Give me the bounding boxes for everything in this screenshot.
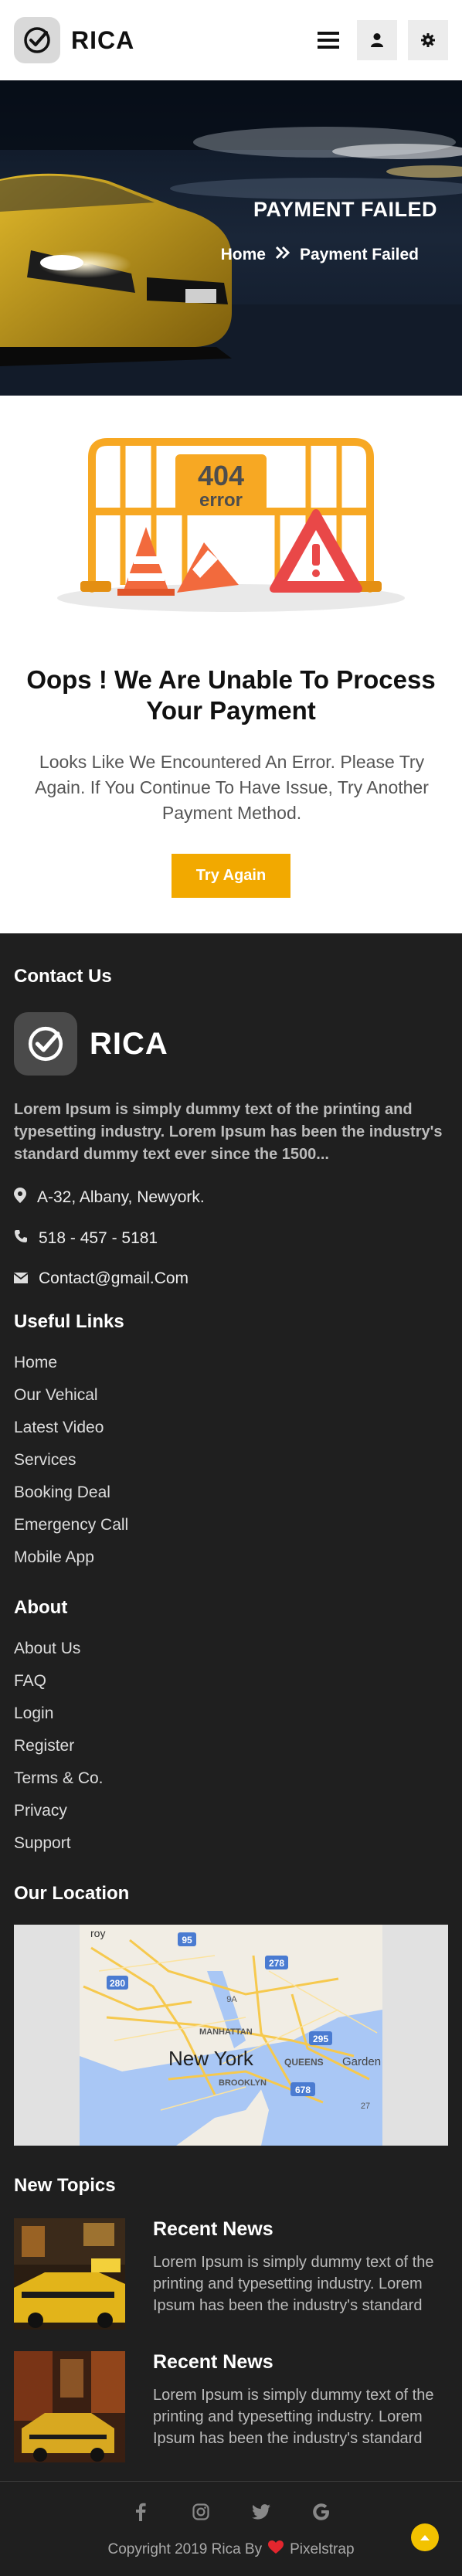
error-code-label: 404 [198, 460, 244, 491]
map-route-278: 278 [269, 1958, 284, 1969]
link-latest-video[interactable]: Latest Video [14, 1412, 448, 1444]
facebook-icon[interactable] [129, 2500, 152, 2523]
breadcrumb: Home Payment Failed [221, 246, 419, 264]
try-again-button[interactable]: Try Again [171, 854, 291, 898]
user-icon[interactable] [357, 20, 397, 60]
link-emergency-call[interactable]: Emergency Call [14, 1509, 448, 1541]
footer-logo-text: RICA [90, 1026, 168, 1061]
double-chevron-right-icon [275, 246, 290, 264]
about-links-list: About Us FAQ Login Register Terms & Co. … [14, 1633, 448, 1860]
map-route-280: 280 [110, 1978, 125, 1989]
social-links [0, 2500, 462, 2523]
map-label-garden: Garden [342, 2055, 381, 2068]
news-excerpt: Lorem Ipsum is simply dummy text of the … [153, 2254, 434, 2314]
check-circle-icon [14, 17, 60, 63]
link-home[interactable]: Home [14, 1347, 448, 1379]
error-message: Looks Like We Encountered An Error. Plea… [35, 752, 429, 823]
useful-links-list: Home Our Vehical Latest Video Services B… [14, 1347, 448, 1574]
map-label-city: New York [168, 2047, 254, 2070]
taxi-street-thumbnail [14, 2218, 125, 2330]
about-section: About About Us FAQ Login Register Terms … [14, 1597, 448, 1860]
scroll-to-top-button[interactable] [411, 2523, 439, 2551]
map-label-roy: roy [90, 1927, 105, 1939]
link-register[interactable]: Register [14, 1730, 448, 1762]
link-booking-deal[interactable]: Booking Deal [14, 1477, 448, 1509]
map-label-queens: QUEENS [284, 2057, 324, 2068]
link-our-vehical[interactable]: Our Vehical [14, 1379, 448, 1412]
contact-section: Contact Us RICA Lorem Ipsum is simply du… [13, 966, 448, 1288]
copyright: Copyright 2019 Rica By Pixelstrap [0, 2540, 462, 2559]
copyright-text: Copyright 2019 Rica By [107, 2541, 263, 2557]
check-circle-icon [14, 1012, 77, 1076]
address-text: A-32, Albany, Newyork. [37, 1188, 205, 1206]
contact-heading: Contact Us [14, 966, 112, 987]
instagram-icon[interactable] [189, 2500, 212, 2523]
barrier-error-illustration: 404 error [57, 438, 405, 612]
gear-icon[interactable] [408, 20, 448, 60]
location-map[interactable]: roy 280 95 278 295 678 9A 27 MANHATTAN N… [14, 1925, 448, 2146]
news-item[interactable]: Recent News Lorem Ipsum is simply dummy … [14, 2351, 448, 2462]
logo[interactable]: RICA [14, 17, 134, 63]
error-heading: Oops ! We Are Unable To Process Your Pay… [26, 665, 436, 725]
link-privacy[interactable]: Privacy [14, 1795, 448, 1827]
footer-bottom-bar: Copyright 2019 Rica By Pixelstrap [0, 2481, 462, 2576]
map-marker-icon [14, 1188, 26, 1208]
payment-error-section: 404 error Oops ! We Are Unable To Proces… [0, 396, 462, 933]
hamburger-icon[interactable] [311, 22, 346, 58]
news-heading: New Topics [14, 2175, 116, 2196]
heart-icon [268, 2540, 284, 2559]
location-heading: Our Location [14, 1883, 130, 1904]
map-label-brooklyn: BROOKLYN [219, 2078, 267, 2088]
map-label-manhattan: MANHATTAN [199, 2027, 253, 2037]
footer-description: Lorem Ipsum is simply dummy text of the … [14, 1101, 443, 1163]
phone-text: 518 - 457 - 5181 [39, 1229, 158, 1247]
news-excerpt: Lorem Ipsum is simply dummy text of the … [153, 2387, 434, 2447]
link-about-us[interactable]: About Us [14, 1633, 448, 1665]
copyright-brand[interactable]: Pixelstrap [290, 2541, 354, 2558]
useful-links-heading: Useful Links [14, 1311, 124, 1332]
map-route-9a: 9A [226, 1995, 237, 2004]
twitter-icon[interactable] [250, 2500, 273, 2523]
news-title: Recent News [153, 2351, 273, 2373]
email-row[interactable]: Contact@gmail.Com [13, 1269, 448, 1288]
error-word-label: error [199, 490, 243, 511]
link-faq[interactable]: FAQ [14, 1665, 448, 1698]
breadcrumb-current: Payment Failed [299, 246, 419, 263]
site-footer: Contact Us RICA Lorem Ipsum is simply du… [0, 933, 462, 2481]
page-title: PAYMENT FAILED [253, 198, 437, 221]
news-section: New Topics Recent News Lorem Ipsum is si… [14, 2175, 448, 2462]
news-title: Recent News [153, 2218, 273, 2240]
link-mobile-app[interactable]: Mobile App [14, 1541, 448, 1574]
car-night-image [0, 80, 462, 396]
phone-icon [14, 1229, 28, 1248]
breadcrumb-home[interactable]: Home [221, 246, 266, 264]
email-text: Contact@gmail.Com [39, 1269, 189, 1287]
useful-links-section: Useful Links Home Our Vehical Latest Vid… [14, 1311, 448, 1574]
logo-text: RICA [71, 25, 135, 54]
map-route-95: 95 [182, 1935, 192, 1946]
news-item[interactable]: Recent News Lorem Ipsum is simply dummy … [14, 2218, 448, 2330]
google-icon[interactable] [310, 2500, 333, 2523]
location-section: Our Location roy 280 95 278 295 678 9A 2… [14, 1883, 448, 2146]
taxi-night-thumbnail [14, 2351, 125, 2462]
map-route-27: 27 [361, 2102, 370, 2111]
map-route-678: 678 [295, 2085, 311, 2095]
link-terms[interactable]: Terms & Co. [14, 1762, 448, 1795]
map-route-295: 295 [313, 2034, 328, 2044]
address-row: A-32, Albany, Newyork. [14, 1188, 448, 1208]
about-heading: About [14, 1597, 68, 1618]
link-login[interactable]: Login [14, 1698, 448, 1730]
chevron-up-icon [420, 2535, 430, 2540]
site-header: RICA [0, 0, 462, 80]
phone-row[interactable]: 518 - 457 - 5181 [14, 1229, 448, 1248]
footer-logo[interactable]: RICA [14, 1012, 448, 1076]
hero-banner: PAYMENT FAILED Home Payment Failed [0, 80, 462, 396]
link-services[interactable]: Services [14, 1444, 448, 1477]
envelope-icon [13, 1269, 29, 1288]
header-actions [311, 20, 448, 60]
link-support[interactable]: Support [14, 1827, 448, 1860]
